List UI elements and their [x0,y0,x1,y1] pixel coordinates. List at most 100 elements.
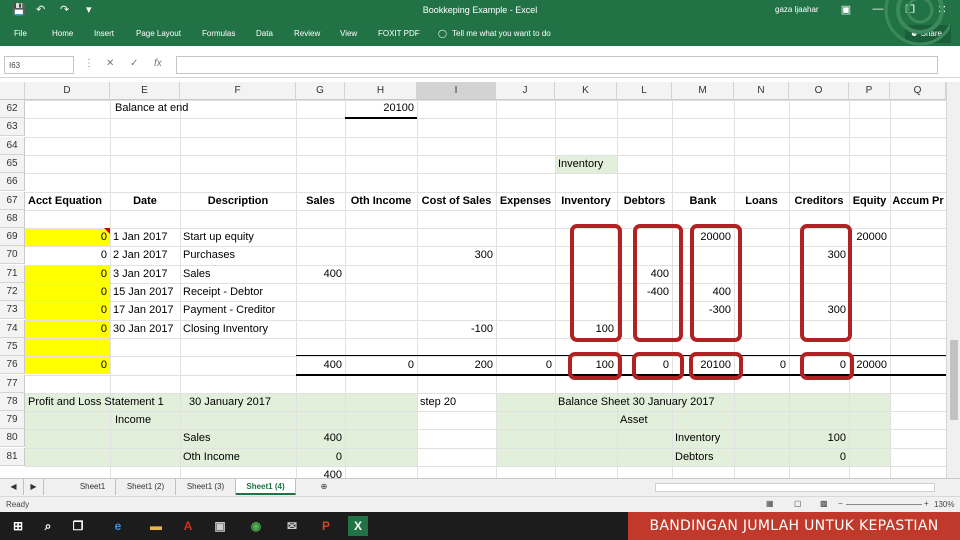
zoom-in-icon[interactable]: + [924,499,929,508]
cell-k67[interactable]: Inventory [555,192,617,210]
cell-p67[interactable]: Equity [849,192,890,210]
cell-d78[interactable]: Profit and Loss Statement 1 [25,393,164,411]
cell-m67[interactable]: Bank [672,192,734,210]
sheet-tab-3[interactable]: Sheet1 (3) [176,479,236,495]
cell-j67[interactable]: Expenses [496,192,555,210]
row-header-71[interactable]: 71 [0,264,25,283]
cell-i70[interactable]: 300 [417,246,496,264]
row-header-80[interactable]: 80 [0,429,25,448]
normal-view-icon[interactable]: ▦ [766,499,774,508]
sheet-tab-1[interactable]: Sheet1 [70,479,116,495]
row-header-72[interactable]: 72 [0,283,25,301]
column-header-M[interactable]: M [672,82,734,100]
tab-view[interactable]: View [340,29,357,38]
excel-icon[interactable]: X [348,516,368,536]
row-header-79[interactable]: 79 [0,411,25,430]
save-icon[interactable]: 💾 [12,3,26,16]
task-view-icon[interactable]: ❐ [68,516,88,536]
minimize-icon[interactable]: — [868,3,888,15]
add-sheet-icon[interactable]: ⊕ [312,479,336,495]
customize-icon[interactable]: ▾ [86,3,92,16]
page-layout-view-icon[interactable]: ▢ [794,499,802,508]
cell-g81[interactable]: 0 [296,448,345,466]
ribbon-display-icon[interactable]: ▣ [836,3,856,16]
redo-icon[interactable]: ↷ [60,3,69,16]
cell-e72[interactable]: 15 Jan 2017 [110,283,180,301]
cell-f74[interactable]: Closing Inventory [180,320,296,338]
column-header-L[interactable]: L [617,82,672,100]
tab-file[interactable]: File [14,29,27,38]
column-header-O[interactable]: O [789,82,849,100]
select-all-corner[interactable] [0,82,25,100]
cell-f69[interactable]: Start up equity [180,228,296,246]
row-header-65[interactable]: 65 [0,154,25,173]
cell-d69[interactable]: 0 [25,228,110,246]
row-header-66[interactable]: 66 [0,173,25,192]
name-box[interactable]: I63 [4,56,74,74]
prev-sheet-icon[interactable]: ◀ [4,479,24,495]
tab-home[interactable]: Home [52,29,73,38]
cell-f71[interactable]: Sales [180,265,296,283]
row-header-62[interactable]: 62 [0,100,25,118]
tab-page-layout[interactable]: Page Layout [136,29,181,38]
cell-l67[interactable]: Debtors [617,192,672,210]
tell-me-box[interactable]: Tell me what you want to do [452,29,551,38]
row-header-73[interactable]: 73 [0,301,25,320]
store-icon[interactable]: ▣ [210,516,230,536]
cell-e74[interactable]: 30 Jan 2017 [110,320,180,338]
powerpoint-icon[interactable]: P [316,516,336,536]
insert-function-icon[interactable]: fx [154,58,162,69]
cell-d74[interactable]: 0 [25,320,110,338]
cell-o81[interactable]: 0 [789,448,849,466]
cell-e79[interactable]: Income [112,411,182,429]
column-header-N[interactable]: N [734,82,789,100]
row-header-68[interactable]: 68 [0,209,25,228]
column-header-F[interactable]: F [180,82,296,100]
cell-o80[interactable]: 100 [789,429,849,447]
close-icon[interactable]: ✕ [932,3,952,16]
cell-k78[interactable]: Balance Sheet 30 January 2017 [555,393,715,411]
cell-d73[interactable]: 0 [25,301,110,319]
restore-icon[interactable]: ❐ [900,3,920,16]
spreadsheet-grid[interactable]: D E F G H I J K L M N O P Q 62 63 64 65 66 67 68 69 70 71 72 73 74… [0,82,946,478]
column-header-P[interactable]: P [849,82,890,100]
cell-e69[interactable]: 1 Jan 2017 [110,228,180,246]
undo-icon[interactable]: ↶ [36,3,45,16]
row-header-78[interactable]: 78 [0,392,25,411]
formula-input[interactable] [176,56,938,74]
next-sheet-icon[interactable]: ▶ [24,479,44,495]
cell-f80[interactable]: Sales [180,429,296,447]
enter-icon[interactable]: ✓ [130,58,138,69]
cell-d70[interactable]: 0 [25,246,110,264]
cell-g67[interactable]: Sales [296,192,345,210]
cell-i67[interactable]: Cost of Sales [417,192,496,210]
acrobat-icon[interactable]: A [178,516,198,536]
tab-review[interactable]: Review [294,29,320,38]
cell-d72[interactable]: 0 [25,283,110,301]
row-header-74[interactable]: 74 [0,319,25,338]
column-header-Q[interactable]: Q [890,82,946,100]
cell-h67[interactable]: Oth Income [345,192,417,210]
cell-p69[interactable]: 20000 [849,228,890,246]
cell-e70[interactable]: 2 Jan 2017 [110,246,180,264]
cell-f72[interactable]: Receipt - Debtor [180,283,296,301]
sheet-tab-2[interactable]: Sheet1 (2) [116,479,176,495]
row-header-69[interactable]: 69 [0,228,25,247]
row-header-81[interactable]: 81 [0,447,25,466]
cell-g80[interactable]: 400 [296,429,345,447]
cell-f81[interactable]: Oth Income [180,448,296,466]
row-header-75[interactable]: 75 [0,337,25,356]
file-explorer-icon[interactable]: ▬ [146,516,166,536]
row-header-76[interactable]: 76 [0,356,25,375]
edge-icon[interactable]: e [108,516,128,536]
vertical-scrollbar[interactable] [946,82,960,478]
sheet-tab-4[interactable]: Sheet1 (4) [236,479,296,495]
cancel-icon[interactable]: ✕ [106,58,114,69]
row-header-64[interactable]: 64 [0,136,25,155]
cell-d76[interactable]: 0 [25,356,110,374]
cell-f67[interactable]: Description [180,192,296,210]
column-header-D[interactable]: D [25,82,110,100]
cell-m81[interactable]: Debtors [672,448,734,466]
cell-i76[interactable]: 200 [417,356,496,374]
cell-m79[interactable]: Asset [617,411,679,429]
